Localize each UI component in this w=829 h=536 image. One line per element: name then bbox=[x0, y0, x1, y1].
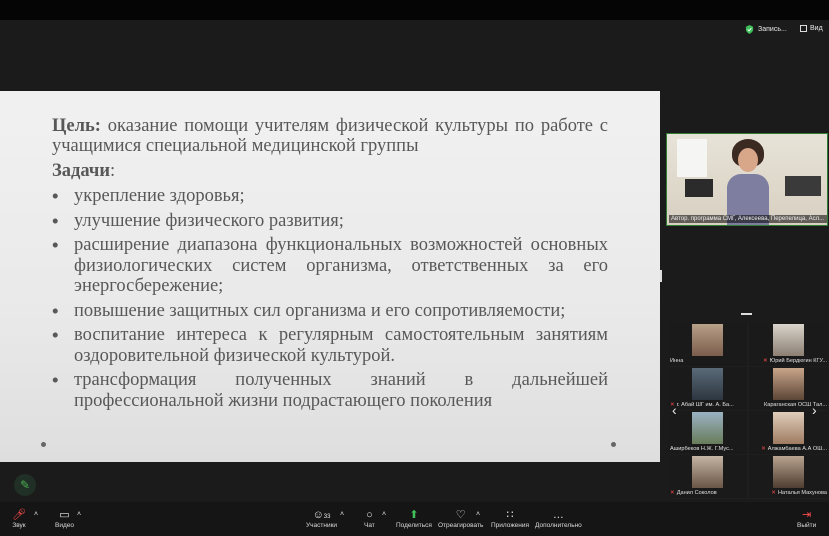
list-item: расширение диапазона функциональных возм… bbox=[52, 235, 608, 297]
chevron-left-icon[interactable]: ‹ bbox=[672, 402, 677, 418]
leave-button[interactable]: ⇥ Выйти bbox=[797, 508, 816, 529]
participant-name: ✕ Алжамбаева А.А ОШ... bbox=[761, 446, 827, 452]
participant-video bbox=[692, 456, 723, 488]
shield-icon bbox=[745, 25, 754, 34]
more-button[interactable]: … Дополнительно bbox=[535, 508, 582, 529]
participant-gallery: Инна ✕ Юрий Бердюгин КГУ... ✕ г. Абай ШГ и… bbox=[668, 323, 828, 499]
list-item: укрепление здоровья; bbox=[52, 186, 608, 207]
view-button[interactable]: Вид bbox=[800, 25, 823, 32]
participants-button[interactable]: ☺︎33 Участники bbox=[306, 508, 337, 529]
chat-options-caret[interactable]: ˄ bbox=[382, 508, 386, 522]
chat-bubble-icon: ○ bbox=[366, 509, 373, 521]
tasks-colon: : bbox=[109, 161, 116, 181]
audio-options-caret[interactable]: ˄ bbox=[34, 508, 38, 522]
mic-muted-icon: 🎤︎ bbox=[12, 509, 26, 521]
participant-video bbox=[773, 324, 804, 356]
heart-icon: ♡ bbox=[455, 509, 466, 521]
tasks-list: укрепление здоровья; улучшение физическо… bbox=[52, 186, 608, 415]
view-label: Вид bbox=[810, 25, 823, 32]
participant-tile[interactable]: ✕ Данил Соколов bbox=[668, 455, 747, 498]
shared-slide: Цель: оказание помощи учителям физическо… bbox=[0, 91, 660, 462]
participant-video bbox=[773, 412, 804, 444]
participant-name: ✕ Данил Соколов bbox=[670, 490, 717, 496]
camera-icon: ▭ bbox=[59, 509, 70, 521]
react-options-caret[interactable]: ˄ bbox=[476, 508, 480, 522]
list-item: улучшение физического развития; bbox=[52, 211, 608, 232]
slide-corner-dot bbox=[41, 442, 46, 447]
leave-icon: ⇥ bbox=[802, 509, 812, 521]
minimize-bar[interactable] bbox=[741, 313, 752, 315]
list-item: воспитание интереса к регулярным самосто… bbox=[52, 325, 608, 366]
list-item: повышение защитных сил организма и его с… bbox=[52, 301, 608, 322]
participant-name: ✕ Юрий Бердюгин КГУ... bbox=[762, 358, 827, 364]
mic-muted-icon: ✕ bbox=[771, 490, 776, 496]
participant-video bbox=[692, 324, 723, 356]
participants-count: 33 bbox=[323, 514, 331, 520]
audio-button[interactable]: 🎤︎ Звук bbox=[12, 508, 26, 529]
more-dots-icon: … bbox=[552, 509, 564, 521]
video-button[interactable]: ▭ Видео bbox=[55, 508, 74, 529]
participant-tile[interactable]: ✕ Наталья Махунова bbox=[749, 455, 828, 498]
participant-video bbox=[773, 368, 804, 400]
chat-button[interactable]: ○ Чат bbox=[364, 508, 375, 529]
slide-corner-dot bbox=[611, 442, 616, 447]
top-bar bbox=[0, 0, 829, 20]
video-options-caret[interactable]: ˄ bbox=[77, 508, 81, 522]
participant-tile[interactable]: ✕ г. Абай ШГ им. А. Ба... bbox=[668, 367, 747, 410]
participant-name: ✕ г. Абай ШГ им. А. Ба... bbox=[670, 402, 734, 408]
share-screen-icon: ⬆︎ bbox=[409, 509, 419, 521]
participant-video bbox=[692, 412, 723, 444]
participant-name: ✕ Наталья Махунова bbox=[771, 490, 827, 496]
apps-grid-icon: ∷ bbox=[506, 509, 514, 521]
participant-video bbox=[773, 456, 804, 488]
goal-text: оказание помощи учителям физической куль… bbox=[52, 116, 608, 156]
chevron-right-icon[interactable]: › bbox=[812, 402, 817, 418]
participants-options-caret[interactable]: ˄ bbox=[340, 508, 344, 522]
participant-tile[interactable]: Инна bbox=[668, 323, 747, 366]
mic-muted-icon: ✕ bbox=[762, 358, 768, 364]
participant-tile[interactable]: ✕ Юрий Бердюгин КГУ... bbox=[749, 323, 828, 366]
recording-indicator[interactable]: Запись... bbox=[745, 25, 787, 34]
participant-name: Аширбеков Н.Ж. Г.Мус... bbox=[670, 446, 734, 452]
mic-muted-icon: ✕ bbox=[761, 446, 766, 452]
speaker-avatar bbox=[727, 139, 769, 225]
participant-name: Инна bbox=[670, 358, 684, 364]
apps-button[interactable]: ∷ Приложения bbox=[491, 508, 529, 529]
recording-label: Запись... bbox=[758, 26, 787, 33]
participant-tile[interactable]: Аширбеков Н.Ж. Г.Мус... bbox=[668, 411, 747, 454]
tasks-label: Задачи bbox=[52, 161, 110, 181]
slide-goal: Цель: оказание помощи учителям физическо… bbox=[52, 116, 608, 156]
resize-handle[interactable] bbox=[660, 270, 662, 282]
speaker-name: Автор. программа СМГ, Алексеева, Перепел… bbox=[669, 215, 827, 223]
meeting-toolbar: 🎤︎ Звук ˄ ▭ Видео ˄ ☺︎33 Участники ˄ ○ Ч… bbox=[0, 502, 829, 536]
tasks-title: Задачи: bbox=[52, 161, 115, 182]
grid-icon bbox=[800, 25, 807, 32]
annotate-pencil-icon[interactable]: ✎ bbox=[14, 474, 36, 496]
people-icon: ☺︎ bbox=[312, 509, 324, 521]
goal-label: Цель: bbox=[52, 116, 101, 136]
list-item: трансформация полученных знаний в дальне… bbox=[52, 370, 608, 411]
mic-muted-icon: ✕ bbox=[670, 490, 675, 496]
share-button[interactable]: ⬆︎ Поделиться bbox=[396, 508, 432, 529]
participant-video bbox=[692, 368, 723, 400]
active-speaker-video[interactable]: Автор. программа СМГ, Алексеева, Перепел… bbox=[666, 133, 828, 226]
